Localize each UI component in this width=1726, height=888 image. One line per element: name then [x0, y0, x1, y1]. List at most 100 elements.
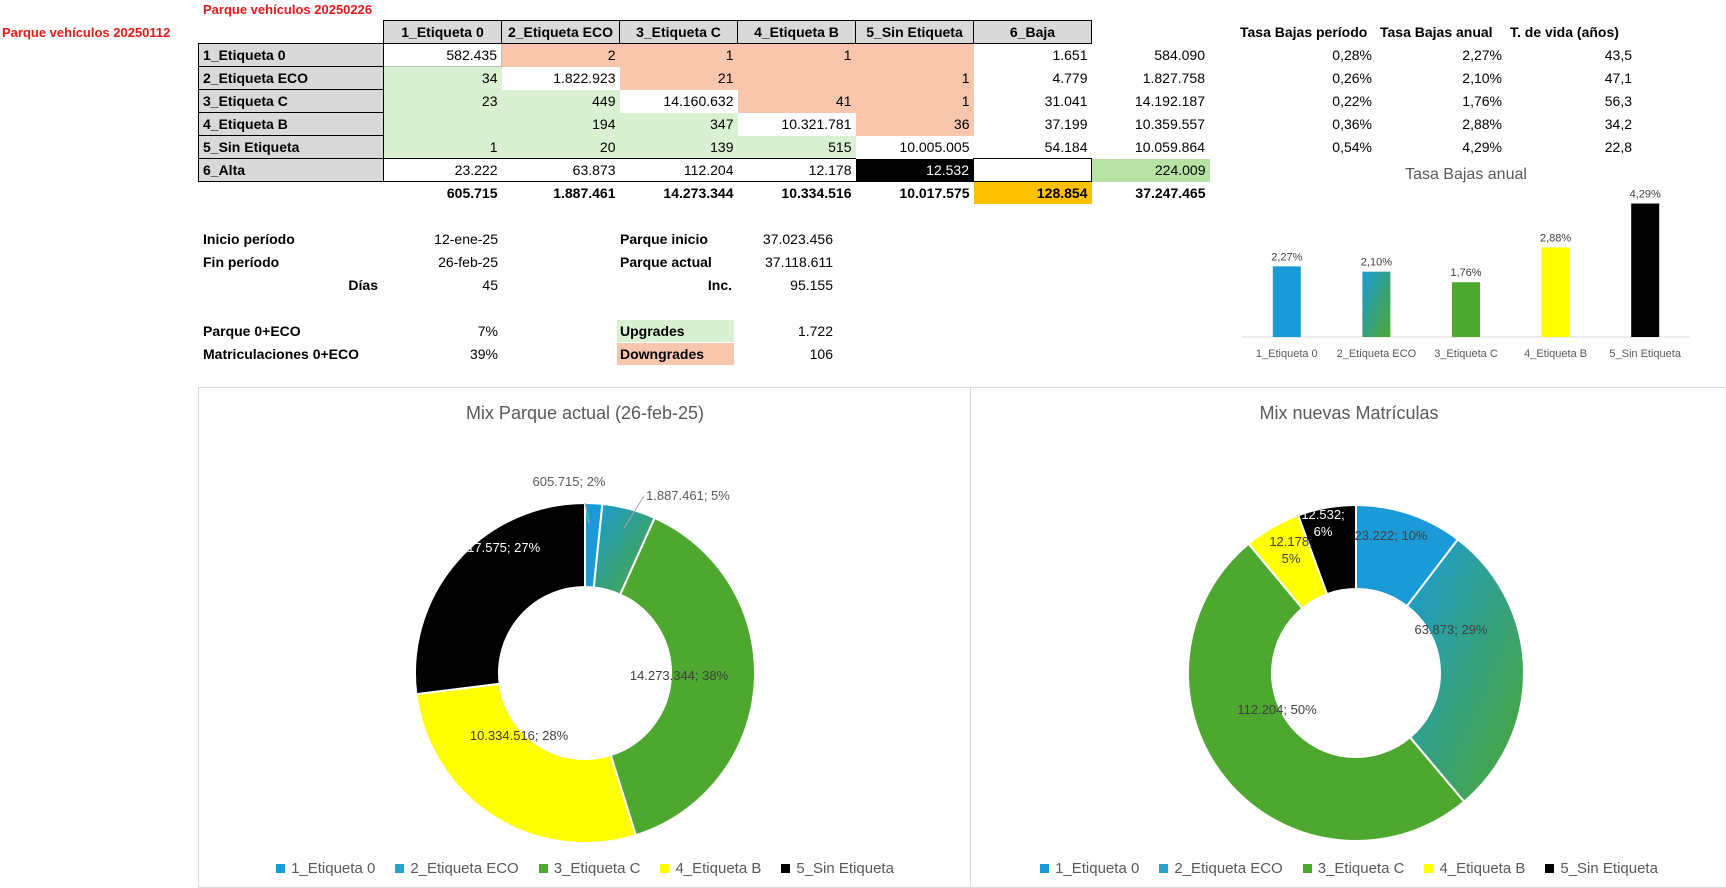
matrix-totals-row: 605.715 1.887.461 14.273.344 10.334.516 …	[199, 181, 1210, 205]
vida: 47,1	[1604, 69, 1632, 86]
legend-label: 5_Sin Etiqueta	[1560, 860, 1658, 877]
bar-data-label: 2,10%	[1361, 257, 1392, 269]
legend-item: 4_Etiqueta B	[1424, 860, 1525, 877]
rate-anual: 2,88%	[1462, 115, 1502, 132]
matrix-cell: 37.199	[1044, 116, 1088, 132]
dias-label: Días	[348, 277, 378, 293]
rates-row: 0,28% 2,27% 43,5	[1236, 43, 1636, 66]
upgrades-label: Upgrades	[617, 320, 734, 342]
pie-data-label-line: 5%	[1282, 551, 1301, 566]
matrix-total-baja: 128.854	[973, 181, 1092, 204]
matrix-cell: 1.651	[1052, 47, 1088, 64]
matrix-total: 37.247.465	[1135, 184, 1206, 201]
p0eco-value: 7%	[477, 323, 498, 339]
matrix-totals-blank	[199, 182, 384, 205]
matrix-cell: 1.822.923	[501, 66, 620, 90]
pie-matriculas-title: Mix nuevas Matrículas	[1259, 403, 1439, 423]
matrix-cell: 1	[737, 43, 856, 67]
legend-swatch	[276, 864, 286, 873]
legend-item: 5_Sin Etiqueta	[1545, 860, 1658, 877]
matrix-header-row: 1_Etiqueta 0 2_Etiqueta ECO 3_Etiqueta C…	[199, 20, 1210, 44]
matrix-row: 5_Sin Etiqueta 1 20 139 515 10.005.005 5…	[198, 135, 1210, 159]
pie-data-label: 23.222; 10%	[1354, 528, 1427, 543]
legend-swatch	[538, 864, 548, 873]
matrix-col-header: 6_Baja	[973, 20, 1092, 44]
rate-anual: 2,27%	[1462, 46, 1502, 63]
matrix-cell: 515	[737, 135, 856, 159]
rates-header: Tasa Bajas período	[1240, 23, 1368, 40]
matrix-row-header: 3_Etiqueta C	[198, 89, 384, 113]
parque-inicio-value: 37.023.456	[762, 231, 833, 247]
previous-park-title: Parque vehículos 20250112	[2, 25, 171, 40]
matrix-cell: 10.321.781	[737, 112, 856, 136]
matrix-cell: 449	[501, 89, 620, 113]
matrix-cell: 54.184	[1044, 138, 1088, 155]
legend-item: 4_Etiqueta B	[660, 860, 761, 877]
matrix-row-header: 6_Alta	[198, 158, 384, 182]
p0eco-label: Parque 0+ECO	[203, 323, 301, 339]
rates-header: Tasa Bajas anual	[1380, 23, 1493, 40]
matrix-cell	[383, 112, 502, 136]
rates-row: 0,54% 4,29% 22,8	[1236, 135, 1636, 158]
matrix-cell: 21	[619, 66, 738, 90]
legend-swatch	[781, 864, 791, 873]
matrix-cell: 12.178	[737, 158, 856, 182]
matrix-col-header: 5_Sin Etiqueta	[855, 20, 974, 44]
rate-anual: 4,29%	[1462, 138, 1502, 155]
matrix-row-header: 5_Sin Etiqueta	[198, 135, 384, 159]
legend-swatch	[1424, 864, 1434, 873]
legend-item: 3_Etiqueta C	[1302, 860, 1405, 877]
matrix-cell: 14.160.632	[619, 89, 738, 113]
m0eco-value: 39%	[469, 346, 498, 362]
bar-data-label: 2,88%	[1540, 232, 1571, 244]
pie-data-label-line: 12.532;	[1301, 507, 1344, 522]
rates-table: Tasa Bajas período Tasa Bajas anual T. d…	[1236, 20, 1636, 158]
matrix-cell: 10.005.005	[855, 135, 974, 159]
pie-parque-legend: 1_Etiqueta 0 2_Etiqueta ECO 3_Etiqueta C…	[199, 860, 971, 877]
pie-parque-title: Mix Parque actual (26-feb-25)	[465, 403, 705, 423]
legend-label: 1_Etiqueta 0	[291, 860, 376, 877]
matrix-cell: 36	[855, 112, 974, 136]
pie-slice	[415, 682, 638, 844]
matrix-cell: 20	[501, 135, 620, 159]
matrix-cell: 23	[383, 89, 502, 113]
bar-category-label: 3_Etiqueta C	[1434, 348, 1498, 360]
legend-swatch	[395, 864, 405, 873]
matrix-row-header: 1_Etiqueta 0	[198, 43, 384, 67]
fin-value: 26-feb-25	[438, 254, 498, 270]
matrix-cell: 23.222	[383, 158, 502, 182]
matrix-cell: 1	[855, 66, 974, 90]
vida: 56,3	[1604, 92, 1632, 109]
legend-label: 4_Etiqueta B	[675, 860, 762, 877]
rate-periodo: 0,22%	[1332, 92, 1372, 109]
bar	[1452, 282, 1480, 337]
parque-actual-label: Parque actual	[620, 254, 712, 270]
rate-periodo: 0,54%	[1332, 138, 1372, 155]
matrix-cell: 1	[383, 135, 502, 159]
matrix-corner	[199, 21, 384, 44]
bar-data-label: 2,27%	[1271, 251, 1302, 263]
dias-value: 45	[482, 277, 498, 293]
pie-chart-parque: 605.715; 2% 1.887.461; 5% 14.273.344; 38% 1…	[413, 474, 756, 844]
vida: 34,2	[1604, 115, 1632, 132]
pie-data-label: 112.204; 50%	[1237, 702, 1317, 717]
legend-label: 3_Etiqueta C	[553, 860, 641, 877]
matrix-cell: 4.779	[1052, 70, 1088, 86]
matrix-cell: 139	[619, 135, 738, 159]
matrix-total: 1.887.461	[553, 185, 616, 201]
vida: 22,8	[1604, 138, 1632, 155]
matrix-cell: 10.059.864	[1134, 139, 1205, 155]
rate-anual: 2,10%	[1462, 69, 1502, 86]
bar-data-label: 4,29%	[1630, 189, 1661, 201]
legend-label: 4_Etiqueta B	[1439, 860, 1526, 877]
matrix-row: 1_Etiqueta 0 582.435 2 1 1 1.651 584.090	[198, 43, 1210, 67]
matrix-cell: 347	[619, 112, 738, 136]
legend-item: 2_Etiqueta ECO	[395, 860, 519, 877]
matrix-cell	[973, 158, 1092, 182]
pie-data-label-line: 6%	[1314, 524, 1333, 539]
rates-header: T. de vida (años)	[1510, 23, 1619, 40]
bar-category-label: 4_Etiqueta B	[1524, 348, 1587, 360]
legend-label: 3_Etiqueta C	[1317, 860, 1405, 877]
bar-category-label: 2_Etiqueta ECO	[1337, 348, 1417, 360]
rates-header-row: Tasa Bajas período Tasa Bajas anual T. d…	[1236, 20, 1636, 43]
